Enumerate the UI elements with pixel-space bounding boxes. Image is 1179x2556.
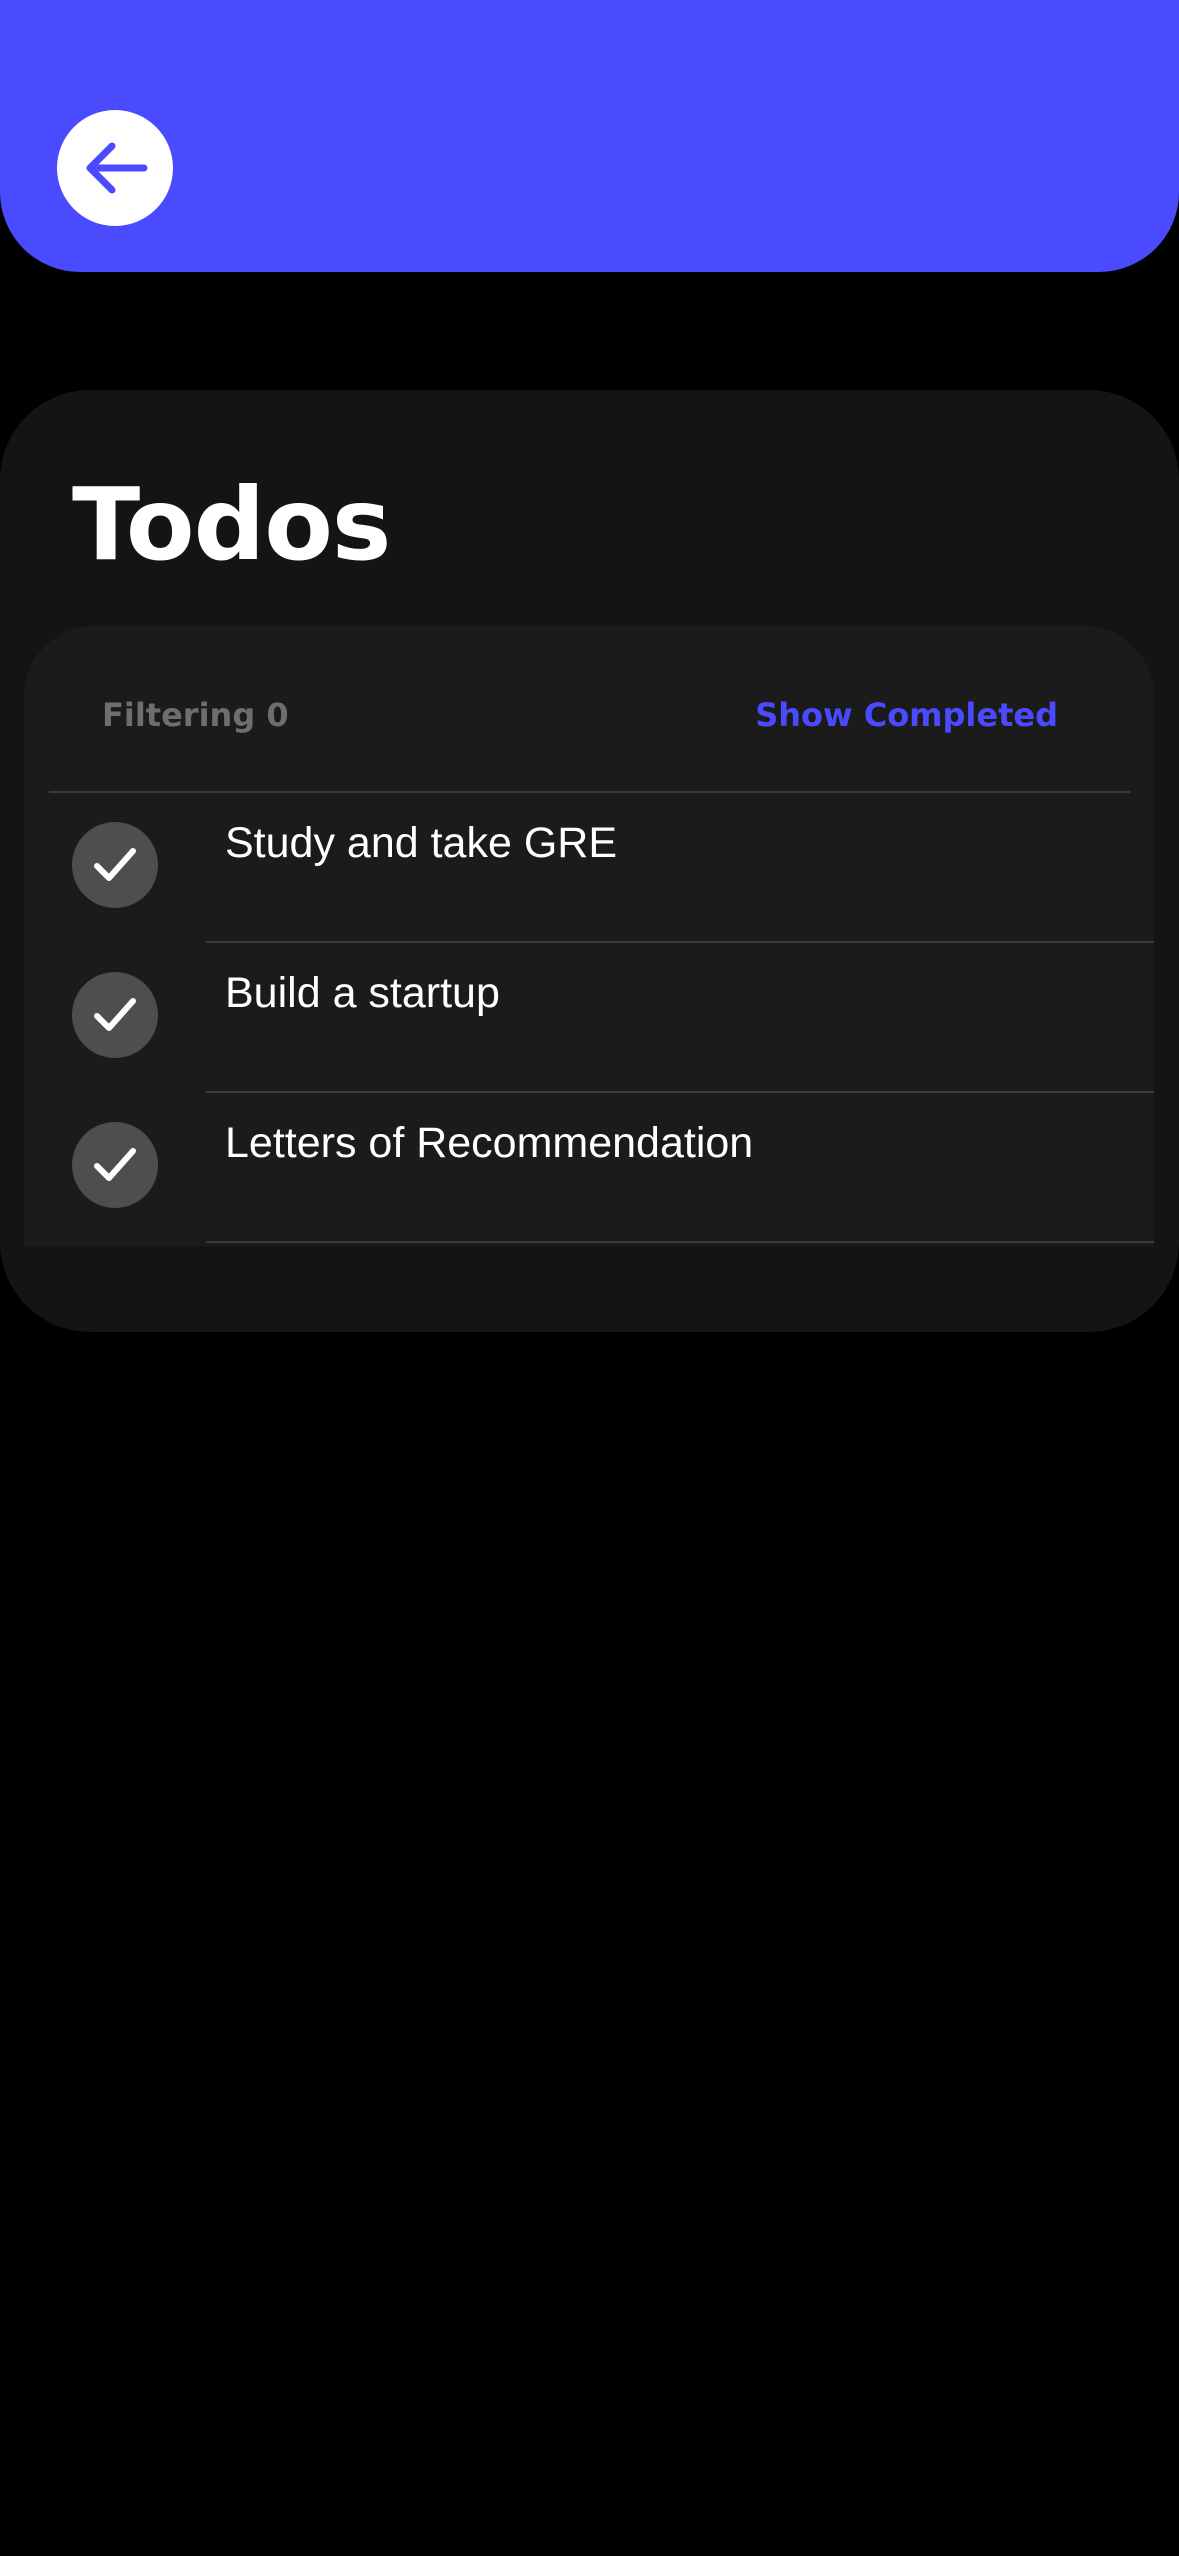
todo-item[interactable]: Build a startup <box>24 943 1154 1093</box>
checkmark-icon <box>94 998 136 1031</box>
todo-item[interactable]: Study and take GRE <box>24 793 1154 943</box>
filter-row: Filtering 0 Show Completed <box>24 626 1154 791</box>
todo-list-panel: Filtering 0 Show Completed Study and tak… <box>24 626 1154 1246</box>
complete-toggle[interactable] <box>72 822 158 908</box>
todo-text: Study and take GRE <box>225 819 617 867</box>
checkmark-icon <box>94 1148 136 1181</box>
show-completed-button[interactable]: Show Completed <box>755 696 1058 734</box>
header-bar <box>0 0 1179 272</box>
todo-text: Build a startup <box>225 969 500 1017</box>
arrow-left-icon <box>86 142 148 194</box>
filter-count-label: Filtering 0 <box>102 696 289 734</box>
page-title: Todos <box>72 466 391 583</box>
todo-text: Letters of Recommendation <box>225 1119 754 1167</box>
complete-toggle[interactable] <box>72 972 158 1058</box>
divider <box>206 1241 1154 1243</box>
complete-toggle[interactable] <box>72 1122 158 1208</box>
checkmark-icon <box>94 848 136 881</box>
todo-item[interactable]: Letters of Recommendation <box>24 1093 1154 1243</box>
back-button[interactable] <box>57 110 173 226</box>
